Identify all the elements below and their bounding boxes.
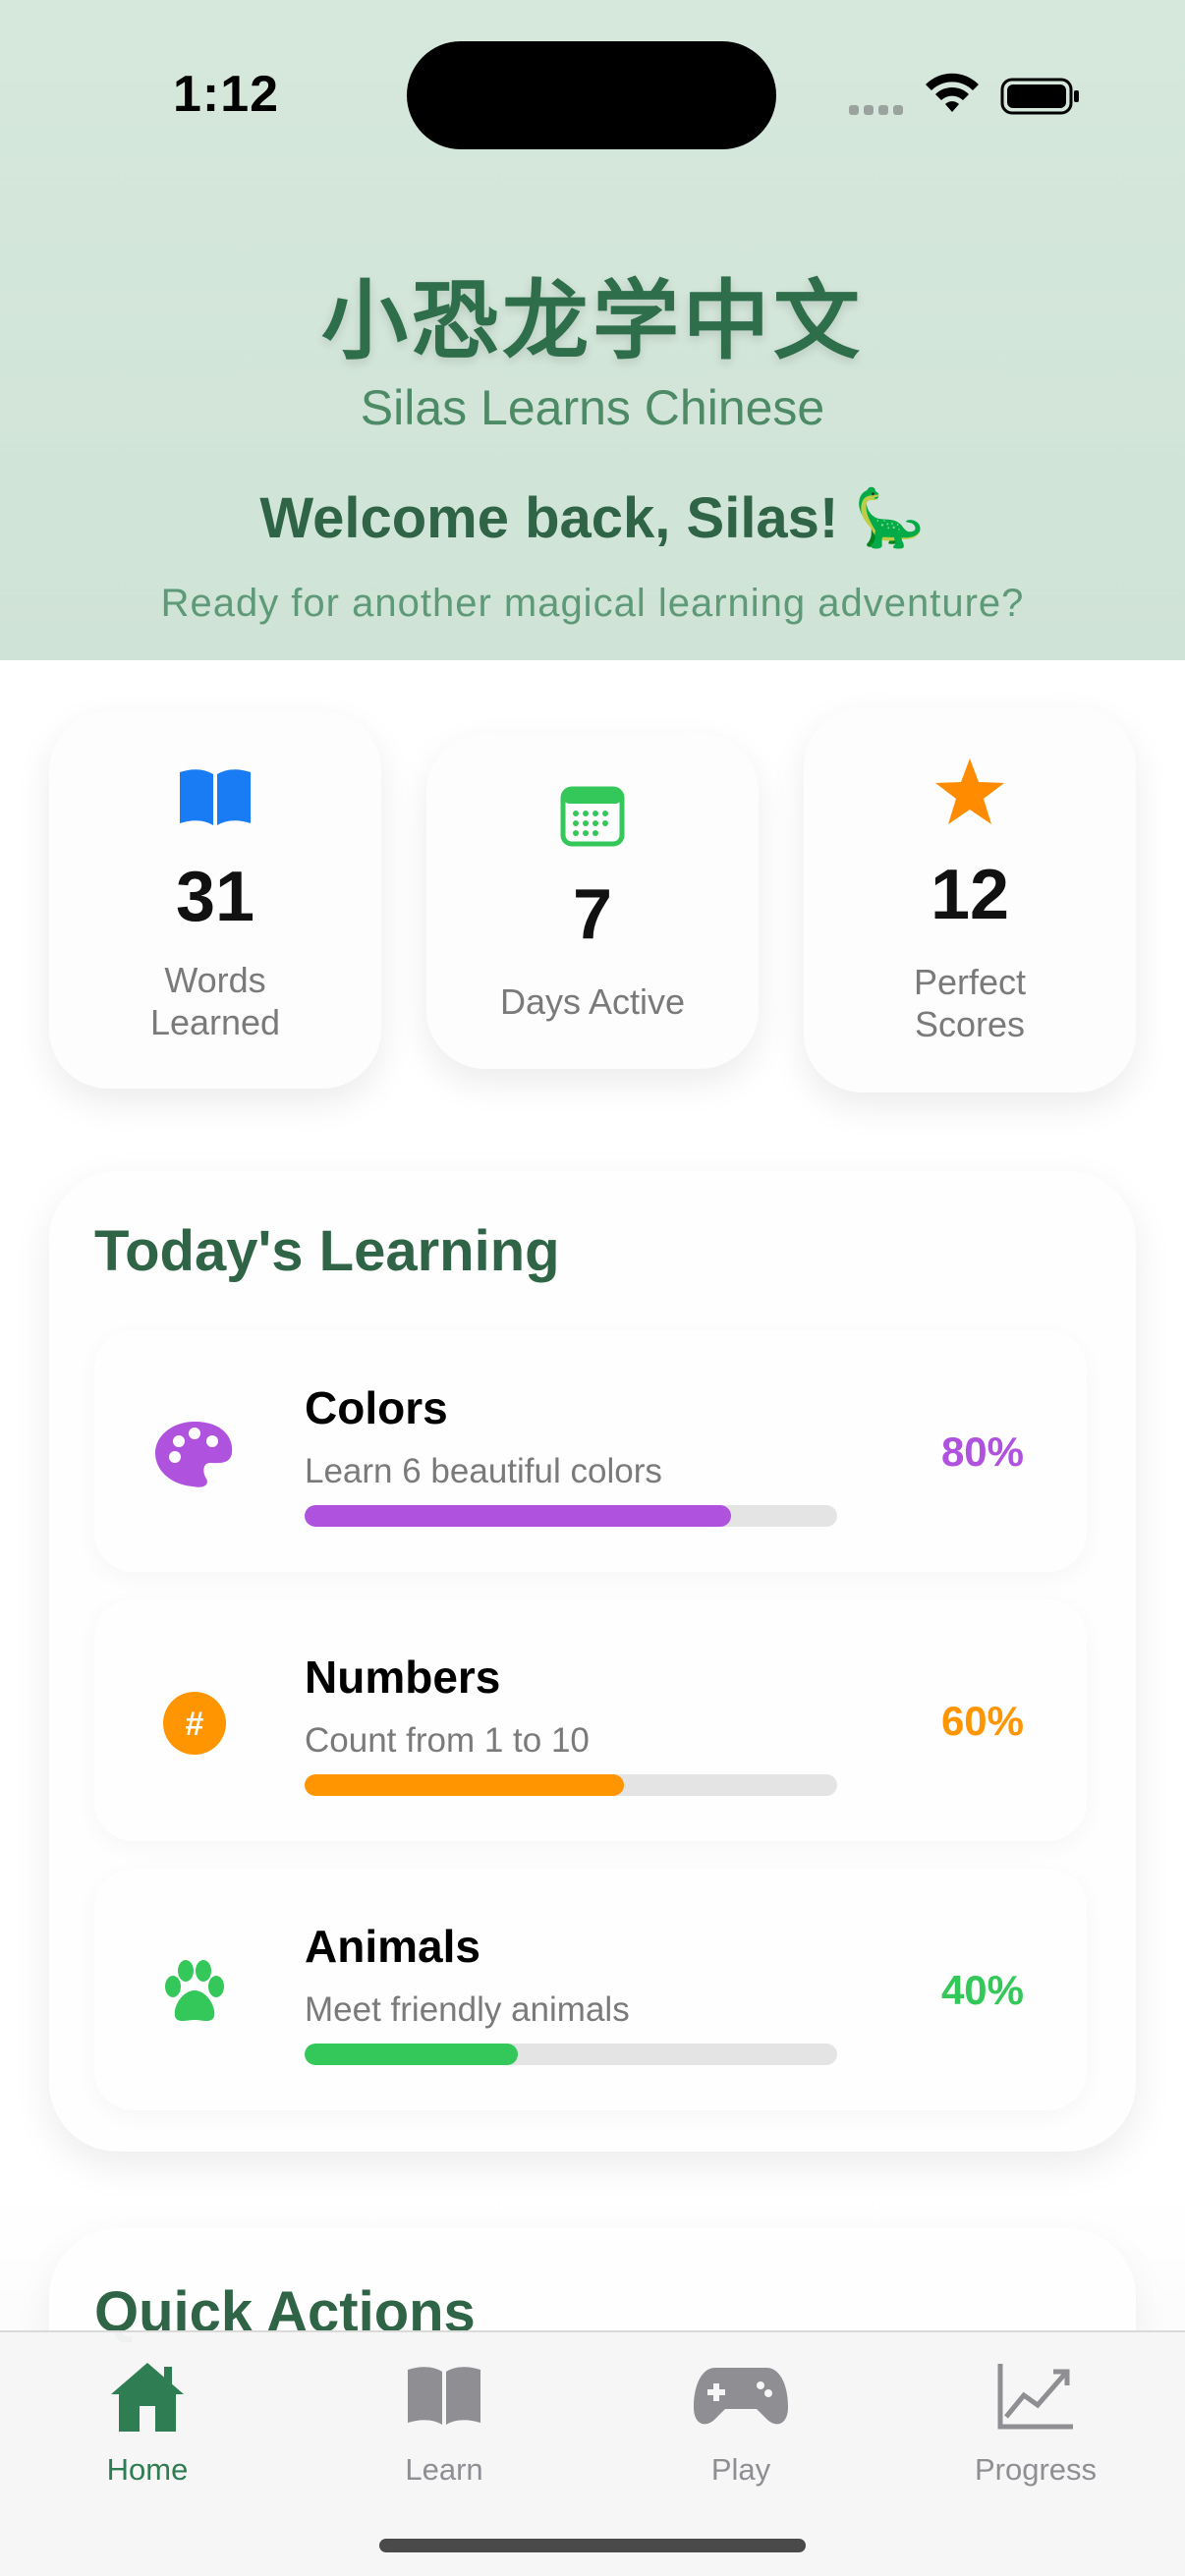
lesson-row-colors[interactable]: Colors Learn 6 beautiful colors 80%: [94, 1330, 1087, 1572]
battery-icon: [1000, 78, 1079, 115]
tab-label: Home: [106, 2452, 189, 2487]
tab-label: Progress: [974, 2452, 1098, 2487]
cellular-signal-icon: [849, 102, 908, 116]
home-indicator[interactable]: [379, 2539, 806, 2552]
tab-label: Learn: [405, 2452, 483, 2487]
lesson-description: Count from 1 to 10: [305, 1721, 590, 1760]
welcome-message: Welcome back, Silas! 🦕: [259, 486, 926, 550]
progress-fill: [305, 1774, 625, 1796]
lesson-row-numbers[interactable]: # Numbers Count from 1 to 10 60%: [94, 1599, 1087, 1841]
book-icon: [297, 2354, 592, 2438]
tab-play[interactable]: Play: [593, 2332, 888, 2509]
lesson-percent: 60%: [940, 1698, 1024, 1744]
lesson-name: Colors: [305, 1382, 448, 1433]
progress-bar: [305, 2044, 837, 2065]
stat-label: Words: [164, 960, 266, 1000]
stat-label: Perfect: [913, 962, 1027, 1002]
progress-fill: [305, 1505, 731, 1527]
lesson-description: Meet friendly animals: [305, 1990, 630, 2029]
svg-text:#: #: [186, 1706, 204, 1743]
section-title: Today's Learning: [94, 1219, 560, 1283]
status-bar: 1:12: [0, 0, 1185, 157]
palette-icon: [153, 1413, 236, 1495]
paw-icon: [153, 1951, 236, 2034]
tab-learn[interactable]: Learn: [297, 2332, 592, 2509]
star-icon: [935, 758, 1004, 824]
house-icon: [0, 2354, 295, 2438]
stat-card-words-learned: 31 Words Learned: [49, 711, 381, 1089]
stat-card-days-active: 7 Days Active: [426, 733, 759, 1069]
stat-label-2: Scores: [914, 1004, 1026, 1044]
app-subtitle: Silas Learns Chinese: [360, 380, 825, 435]
lesson-name: Numbers: [305, 1652, 501, 1703]
number-sign-icon: #: [153, 1682, 236, 1764]
calendar-icon: [560, 786, 625, 847]
stat-value: 7: [572, 875, 613, 954]
lesson-row-animals[interactable]: Animals Meet friendly animals 40%: [94, 1869, 1087, 2110]
stat-label: Days Active: [499, 981, 686, 1022]
stat-label-2: Learned: [149, 1002, 281, 1042]
lesson-percent: 40%: [940, 1967, 1024, 2013]
stat-value: 12: [930, 856, 1010, 934]
tab-progress[interactable]: Progress: [888, 2332, 1183, 2509]
header: 1:12 小恐龙学中文 Silas Learns Chinese Welcome…: [0, 0, 1185, 660]
progress-bar: [305, 1774, 837, 1796]
home-screen: 1:12 小恐龙学中文 Silas Learns Chinese Welcome…: [0, 0, 1185, 2576]
wifi-icon: [926, 73, 979, 112]
tab-label: Play: [710, 2452, 771, 2487]
tagline: Ready for another magical learning adven…: [160, 582, 1025, 625]
app-title: 小恐龙学中文: [320, 270, 864, 371]
lesson-name: Animals: [305, 1921, 480, 1972]
progress-fill: [305, 2044, 518, 2065]
lesson-description: Learn 6 beautiful colors: [305, 1452, 662, 1490]
todays-learning-card: Today's Learning Colors Learn 6 beautifu…: [49, 1171, 1136, 2152]
book-icon: [180, 769, 251, 825]
stat-card-perfect-scores: 12 Perfect Scores: [804, 707, 1136, 1092]
dynamic-island: [407, 41, 776, 149]
lesson-percent: 80%: [940, 1428, 1024, 1475]
progress-bar: [305, 1505, 837, 1527]
stat-value: 31: [175, 858, 255, 936]
gamecontroller-icon: [593, 2354, 888, 2438]
chart-icon: [888, 2354, 1183, 2438]
status-time: 1:12: [173, 66, 280, 123]
tab-home[interactable]: Home: [0, 2332, 295, 2509]
